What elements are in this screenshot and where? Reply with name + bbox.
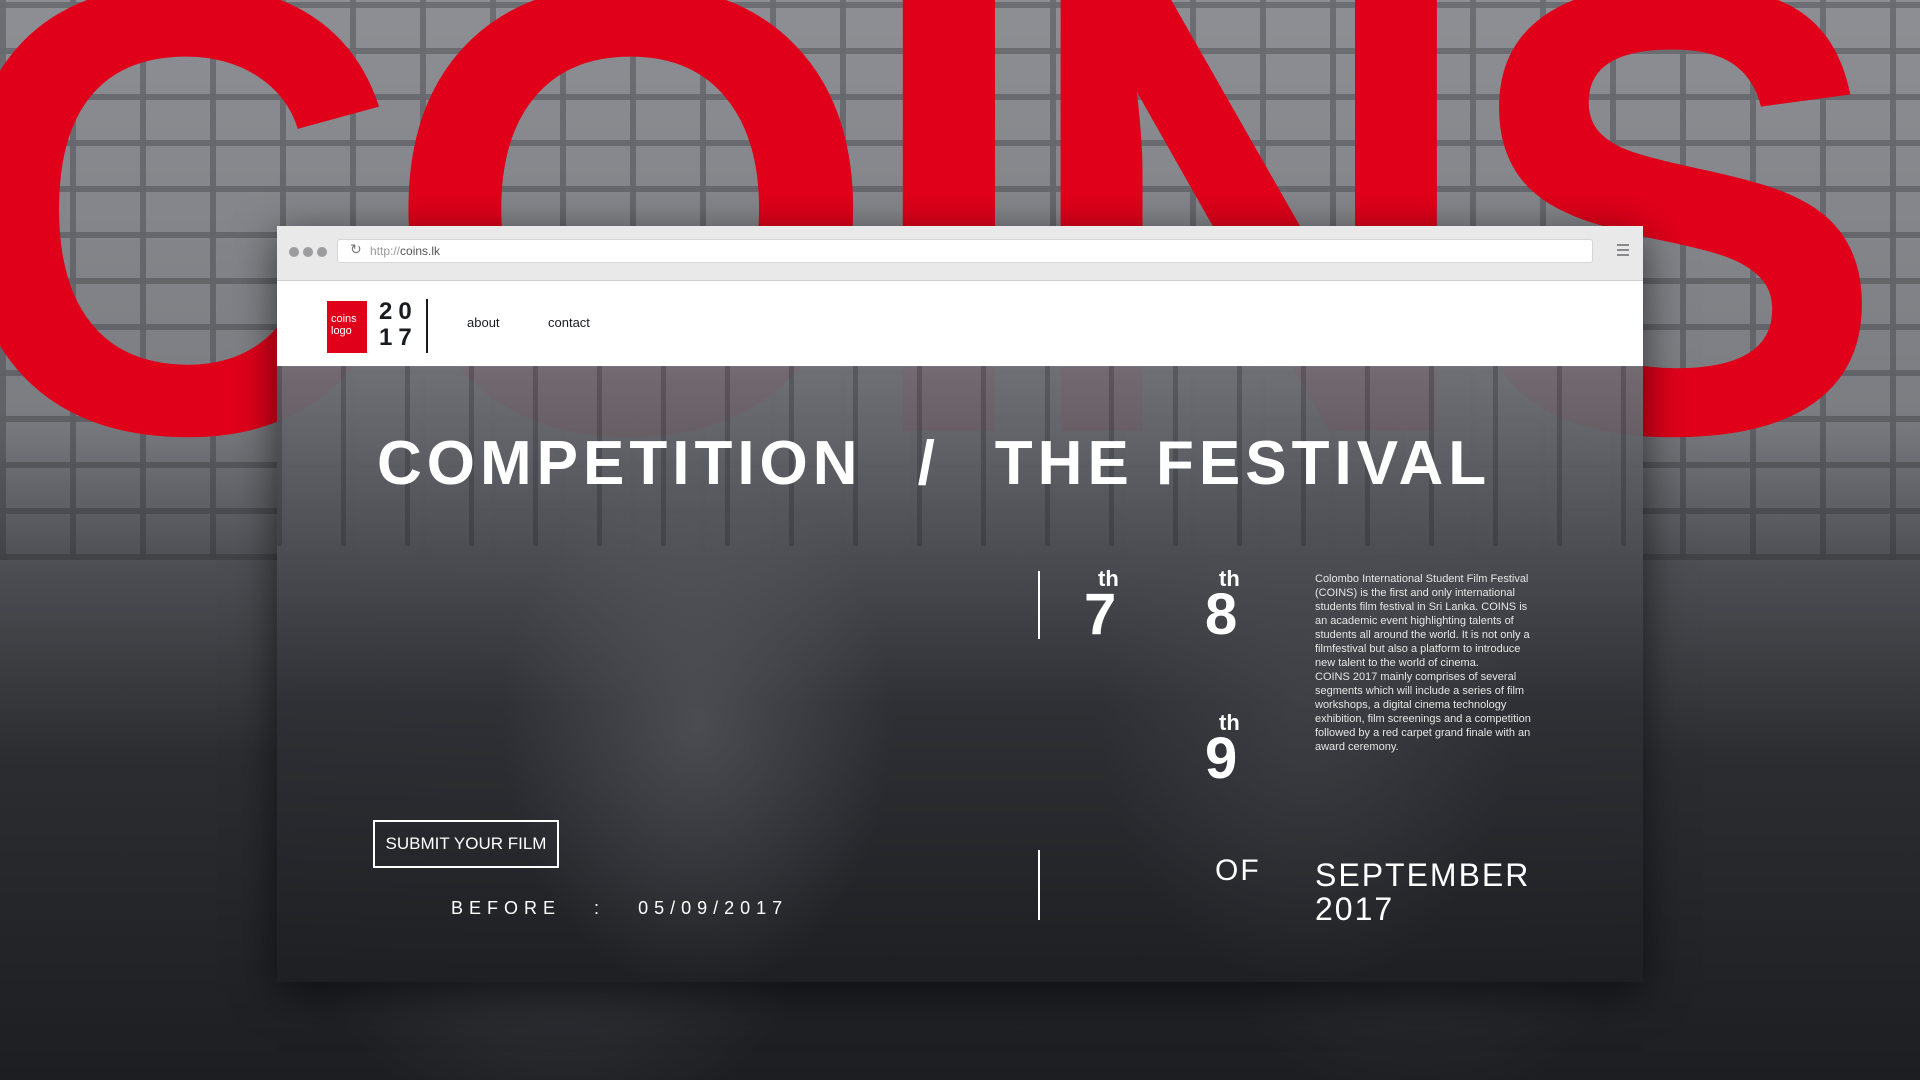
date-day: 7 xyxy=(1084,582,1117,647)
description-paragraph-2: COINS 2017 mainly comprises of several s… xyxy=(1315,671,1531,753)
dates-divider-top xyxy=(1038,571,1040,639)
logo-text-line1: coins xyxy=(331,313,357,325)
month-text: SEPTEMBER xyxy=(1315,857,1531,893)
hero-section: COMPETITION / THE FESTIVAL th 7 th 8 th 9 Col… xyxy=(277,366,1643,982)
date-9th: th 9 xyxy=(1205,712,1240,788)
submission-deadline: BEFORE : 05/09/2017 xyxy=(451,898,788,919)
url-prefix: http:// xyxy=(370,244,401,258)
year-bottom: 17 xyxy=(379,324,418,351)
submit-film-button[interactable]: SUBMIT YOUR FILM xyxy=(373,820,559,868)
browser-mockup: ↻ http://coins.lk coins logo 20 17 about… xyxy=(277,226,1643,982)
site-header: coins logo 20 17 about contact xyxy=(277,281,1643,367)
festival-month: SEPTEMBER 2017 xyxy=(1315,858,1530,926)
window-dot[interactable] xyxy=(317,247,327,257)
window-dot[interactable] xyxy=(289,247,299,257)
logo-text-line2: logo xyxy=(331,325,352,337)
url-text[interactable]: http://coins.lk xyxy=(370,244,440,258)
coins-logo[interactable]: coins logo xyxy=(327,301,367,353)
date-8th: th 8 xyxy=(1205,568,1240,644)
before-date: 05/09/2017 xyxy=(638,898,789,918)
title-competition: COMPETITION xyxy=(377,429,863,498)
title-separator: / xyxy=(917,429,940,498)
date-7th: th 7 xyxy=(1084,568,1119,644)
hero-title: COMPETITION / THE FESTIVAL xyxy=(377,428,1491,499)
address-bar[interactable]: ↻ http://coins.lk xyxy=(337,239,1593,263)
header-divider xyxy=(426,299,428,353)
festival-description: Colombo International Student Film Festi… xyxy=(1315,572,1541,754)
dates-divider-bottom xyxy=(1038,850,1040,920)
year-top: 20 xyxy=(379,298,418,325)
of-label: OF xyxy=(1215,854,1261,887)
date-suffix: th xyxy=(1219,710,1240,735)
nav-about-link[interactable]: about xyxy=(467,315,500,330)
hamburger-menu-icon[interactable] xyxy=(1617,244,1629,256)
logo-year: 20 17 xyxy=(379,299,418,351)
nav-contact-link[interactable]: contact xyxy=(548,315,590,330)
reload-icon[interactable]: ↻ xyxy=(350,241,362,258)
year-text: 2017 xyxy=(1315,891,1395,927)
window-controls xyxy=(289,247,327,257)
date-day: 8 xyxy=(1205,582,1238,647)
description-paragraph-1: Colombo International Student Film Festi… xyxy=(1315,573,1530,669)
title-festival: THE FESTIVAL xyxy=(994,429,1492,498)
browser-toolbar: ↻ http://coins.lk xyxy=(277,226,1643,281)
date-day: 9 xyxy=(1205,726,1238,791)
date-suffix: th xyxy=(1098,566,1119,591)
window-dot[interactable] xyxy=(303,247,313,257)
date-suffix: th xyxy=(1219,566,1240,591)
before-label: BEFORE xyxy=(451,898,562,918)
url-domain: coins.lk xyxy=(400,244,441,258)
before-separator: : xyxy=(594,898,606,918)
